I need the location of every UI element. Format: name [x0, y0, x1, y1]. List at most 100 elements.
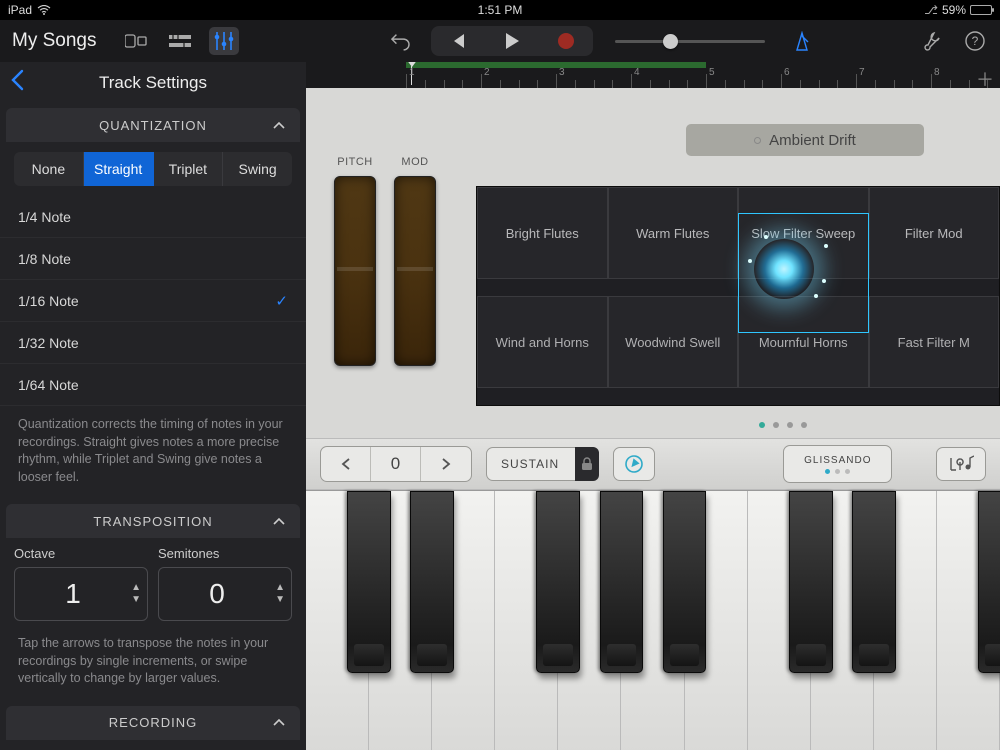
- ruler-subtick: [800, 80, 801, 88]
- sound-pad[interactable]: Mournful Horns: [738, 296, 869, 388]
- cycle-region[interactable]: [406, 62, 706, 68]
- view-tracks-icon[interactable]: [121, 27, 151, 55]
- ruler-subtick: [444, 80, 445, 88]
- list-item[interactable]: 1/8 Note: [0, 238, 306, 280]
- ruler-subtick: [744, 80, 745, 88]
- black-key[interactable]: [852, 491, 896, 673]
- ruler-subtick: [462, 80, 463, 88]
- arpeggiator-button[interactable]: [613, 447, 655, 481]
- go-to-start-button[interactable]: [431, 26, 485, 56]
- ruler-number: 8: [934, 67, 940, 78]
- sustain-button[interactable]: SUSTAIN: [486, 447, 599, 481]
- ruler-subtick: [425, 80, 426, 88]
- ruler-subtick: [819, 80, 820, 88]
- view-mixer-icon[interactable]: [165, 27, 195, 55]
- arrow-down-icon[interactable]: ▼: [131, 595, 141, 605]
- ruler-subtick: [875, 80, 876, 88]
- master-volume-slider[interactable]: [615, 40, 765, 43]
- sound-pad[interactable]: Wind and Horns: [477, 296, 608, 388]
- ruler-number: 6: [784, 67, 790, 78]
- ruler-subtick: [912, 80, 913, 88]
- help-button[interactable]: ?: [960, 27, 990, 55]
- scale-button[interactable]: [936, 447, 986, 481]
- black-key[interactable]: [410, 491, 454, 673]
- ruler-number: 5: [709, 67, 715, 78]
- arrow-up-icon[interactable]: ▲: [275, 583, 285, 593]
- ruler-tick: [706, 74, 707, 88]
- black-key[interactable]: [978, 491, 1000, 673]
- black-key[interactable]: [536, 491, 580, 673]
- list-item[interactable]: 1/32 Note: [0, 322, 306, 364]
- octave-stepper[interactable]: 1 ▲▼: [14, 567, 148, 621]
- octave-up-button[interactable]: [421, 447, 471, 481]
- mod-wheel[interactable]: [394, 176, 436, 366]
- octave-down-button[interactable]: [321, 447, 371, 481]
- pitch-wheel[interactable]: [334, 176, 376, 366]
- ruler-tick: [556, 74, 557, 88]
- pad-page-dots[interactable]: [306, 418, 1000, 438]
- quantization-header[interactable]: QUANTIZATION: [6, 108, 300, 142]
- ruler-subtick: [575, 80, 576, 88]
- ruler-subtick: [725, 80, 726, 88]
- ruler-subtick: [969, 80, 970, 88]
- semitones-label: Semitones: [158, 546, 292, 561]
- battery-icon: [970, 5, 992, 15]
- quantization-note-list: 1/4 Note 1/8 Note 1/16 Note✓ 1/32 Note 1…: [0, 196, 306, 406]
- list-item[interactable]: 1/64 Note: [0, 364, 306, 406]
- ruler-number: 2: [484, 67, 490, 78]
- seg-straight[interactable]: Straight: [84, 152, 154, 186]
- semitones-stepper[interactable]: 0 ▲▼: [158, 567, 292, 621]
- mod-label: MOD: [401, 156, 428, 168]
- seg-swing[interactable]: Swing: [223, 152, 292, 186]
- play-button[interactable]: [485, 26, 539, 56]
- ruler-tick: [481, 74, 482, 88]
- ruler-subtick: [950, 80, 951, 88]
- undo-button[interactable]: [387, 27, 417, 55]
- sound-pad-grid: Bright Flutes Warm Flutes Slow Filter Sw…: [476, 186, 1000, 406]
- chevron-up-icon: [272, 514, 286, 529]
- lock-icon: [575, 447, 599, 481]
- track-settings-button[interactable]: [209, 27, 239, 55]
- ruler-number: 3: [559, 67, 565, 78]
- chevron-up-icon: [272, 715, 286, 730]
- seg-none[interactable]: None: [14, 152, 84, 186]
- preset-dot-icon: [754, 137, 761, 144]
- metronome-button[interactable]: [787, 27, 817, 55]
- list-item[interactable]: 1/4 Note: [0, 196, 306, 238]
- transport-controls: [431, 26, 593, 56]
- sound-pad[interactable]: Filter Mod: [869, 187, 1000, 279]
- preset-selector[interactable]: Ambient Drift: [686, 124, 924, 156]
- settings-wrench-icon[interactable]: [916, 27, 946, 55]
- timeline-ruler[interactable]: ＋ 123456789: [306, 62, 1000, 88]
- seg-triplet[interactable]: Triplet: [154, 152, 224, 186]
- black-key[interactable]: [347, 491, 391, 673]
- ruler-subtick: [894, 80, 895, 88]
- ruler-subtick: [612, 80, 613, 88]
- back-button[interactable]: [10, 69, 34, 98]
- black-key[interactable]: [789, 491, 833, 673]
- black-key[interactable]: [663, 491, 707, 673]
- keyboard-mode-button[interactable]: GLISSANDO: [783, 445, 892, 483]
- sound-pad[interactable]: Fast Filter M: [869, 296, 1000, 388]
- battery-pct: 59%: [942, 3, 966, 17]
- device-label: iPad: [8, 3, 32, 17]
- sound-pad[interactable]: Slow Filter Sweep: [738, 187, 869, 279]
- arrow-up-icon[interactable]: ▲: [131, 583, 141, 593]
- record-button[interactable]: [539, 26, 593, 56]
- svg-text:?: ?: [972, 34, 979, 48]
- black-key[interactable]: [600, 491, 644, 673]
- checkmark-icon: ✓: [275, 292, 288, 310]
- back-to-songs[interactable]: My Songs: [12, 30, 107, 52]
- ruler-subtick: [500, 80, 501, 88]
- sound-pad[interactable]: Warm Flutes: [608, 187, 739, 279]
- sound-pad[interactable]: Woodwind Swell: [608, 296, 739, 388]
- ruler-number: 7: [859, 67, 865, 78]
- piano-keyboard[interactable]: C2 C3: [306, 490, 1000, 750]
- ruler-subtick: [537, 80, 538, 88]
- ruler-tick: [406, 74, 407, 88]
- arrow-down-icon[interactable]: ▼: [275, 595, 285, 605]
- sound-pad[interactable]: Bright Flutes: [477, 187, 608, 279]
- transposition-header[interactable]: TRANSPOSITION: [6, 504, 300, 538]
- list-item[interactable]: 1/16 Note✓: [0, 280, 306, 322]
- recording-header[interactable]: RECORDING: [6, 706, 300, 740]
